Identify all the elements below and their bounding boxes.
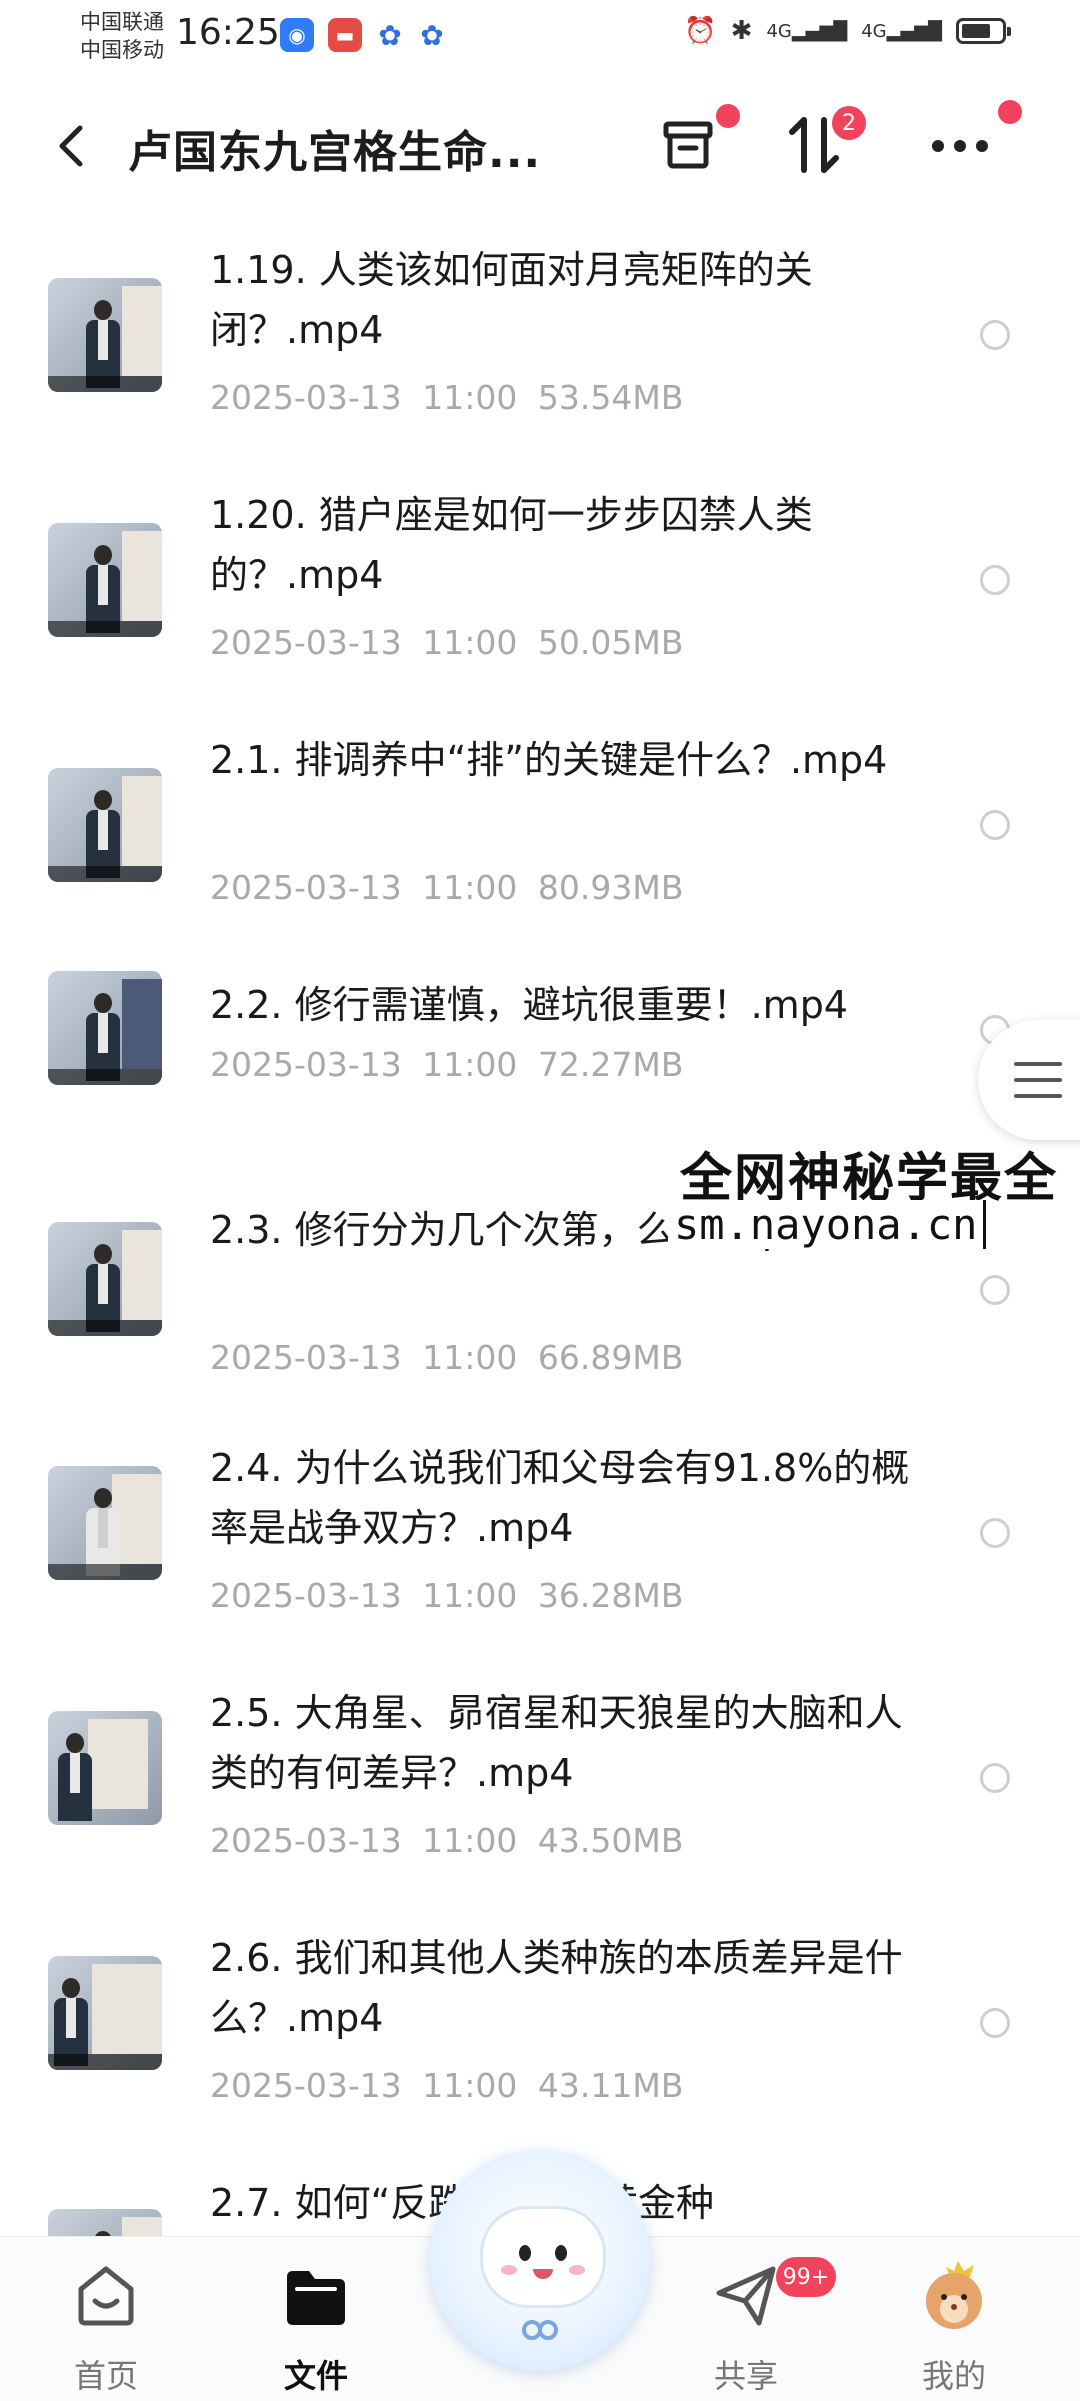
tab-mine[interactable]: 我的 (884, 2261, 1024, 2395)
file-name: 1.19. 人类该如何面对月亮矩阵的关闭？.mp4 (210, 248, 813, 352)
file-meta: 2025-03-13 11:00 50.05MB (210, 623, 684, 662)
tab-mine-label: 我的 (921, 2357, 986, 2395)
paper-plane-icon (716, 2266, 776, 2326)
video-thumbnail (48, 278, 162, 392)
video-thumbnail (48, 1222, 162, 1336)
select-radio[interactable] (980, 1275, 1010, 1305)
tab-home-label: 首页 (73, 2357, 138, 2395)
baidu-paw-icon: ✿ (378, 18, 402, 52)
file-meta: 2025-03-13 11:00 53.54MB (210, 378, 684, 417)
notification-icons: ◉ ▬ ✿ ✿ (280, 18, 446, 52)
app-notification-icon: ◉ (280, 18, 314, 52)
carrier-2: 中国移动 (80, 38, 164, 62)
file-name: 2.4. 为什么说我们和父母会有91.8%的概率是战争双方？.mp4 (210, 1446, 910, 1550)
cloud-logo-icon (522, 2320, 558, 2340)
archive-button[interactable] (648, 104, 740, 186)
carrier-labels: 中国联通 中国移动 (80, 8, 164, 64)
folder-icon (287, 2271, 345, 2325)
video-thumbnail (48, 1466, 162, 1580)
baidu-paw-icon-2: ✿ (420, 18, 444, 52)
notification-dot-2 (998, 100, 1022, 124)
file-name: 1.20. 猎户座是如何一步步囚禁人类的？.mp4 (210, 493, 813, 597)
file-name: 2.6. 我们和其他人类种族的本质差异是什么？.mp4 (210, 1936, 903, 2040)
notification-dot (716, 104, 740, 128)
mail-app-icon: ▬ (328, 18, 362, 52)
battery-icon (956, 18, 1011, 44)
select-radio[interactable] (980, 1763, 1010, 1793)
top-bar: 卢国东九宫格生命... 2 (0, 90, 1080, 210)
video-thumbnail (48, 1711, 162, 1825)
more-button[interactable] (920, 100, 1022, 186)
file-meta: 2025-03-13 11:00 43.11MB (210, 2066, 684, 2105)
more-icon (932, 140, 988, 152)
select-radio[interactable] (980, 2008, 1010, 2038)
tab-files-label: 文件 (283, 2357, 348, 2395)
video-thumbnail (48, 971, 162, 1085)
file-meta: 2025-03-13 11:00 72.27MB (210, 1045, 684, 1084)
select-radio[interactable] (980, 810, 1010, 840)
page-title: 卢国东九宫格生命... (128, 127, 542, 178)
alarm-icon: ⏰ (684, 16, 717, 46)
tab-files[interactable]: 文件 (246, 2261, 386, 2395)
select-radio[interactable] (980, 565, 1010, 595)
system-icons: ⏰ ✱ 4G▂▄▆█ 4G▂▄▆█ (684, 16, 1011, 46)
bluetooth-icon: ✱ (730, 16, 753, 46)
signal-icon: 4G▂▄▆█ (766, 20, 848, 42)
back-arrow-icon (59, 125, 83, 167)
video-thumbnail (48, 523, 162, 637)
video-thumbnail (48, 1956, 162, 2070)
sort-button[interactable]: 2 (774, 106, 866, 186)
avatar-icon (926, 2261, 982, 2329)
file-name: 2.1. 排调养中“排”的关键是什么？.mp4 (210, 738, 888, 782)
select-radio[interactable] (980, 1518, 1010, 1548)
mascot-face-icon (480, 2206, 606, 2308)
clock: 16:25 (176, 12, 280, 53)
video-thumbnail (48, 768, 162, 882)
file-name: 2.5. 大角星、昴宿星和天狼星的大脑和人类的有何差异？.mp4 (210, 1691, 903, 1795)
status-bar: 中国联通 中国移动 16:25 ◉ ▬ ✿ ✿ ⏰ ✱ 4G▂▄▆█ 4G▂▄▆… (0, 0, 1080, 80)
floating-menu-handle[interactable] (978, 1020, 1080, 1140)
file-meta: 2025-03-13 11:00 36.28MB (210, 1576, 684, 1615)
home-icon (78, 2266, 134, 2326)
signal-icon-2: 4G▂▄▆█ (861, 20, 942, 42)
file-meta: 2025-03-13 11:00 43.50MB (210, 1821, 684, 1860)
file-meta: 2025-03-13 11:00 80.93MB (210, 868, 684, 907)
archive-icon (663, 121, 713, 169)
watermark-url: sm.nayona.cn (668, 1200, 987, 1249)
back-button[interactable] (48, 116, 100, 176)
share-badge: 99+ (776, 2257, 836, 2297)
sort-badge: 2 (832, 106, 866, 140)
mascot-button[interactable] (430, 2150, 650, 2370)
file-meta: 2025-03-13 11:00 66.89MB (210, 1338, 684, 1377)
file-name: 2.2. 修行需谨慎，避坑很重要！.mp4 (210, 983, 848, 1027)
tab-share-label: 共享 (713, 2357, 778, 2395)
tab-share[interactable]: 99+ 共享 (676, 2257, 836, 2395)
carrier-1: 中国联通 (80, 10, 164, 34)
select-radio[interactable] (980, 320, 1010, 350)
tab-home[interactable]: 首页 (36, 2261, 176, 2395)
